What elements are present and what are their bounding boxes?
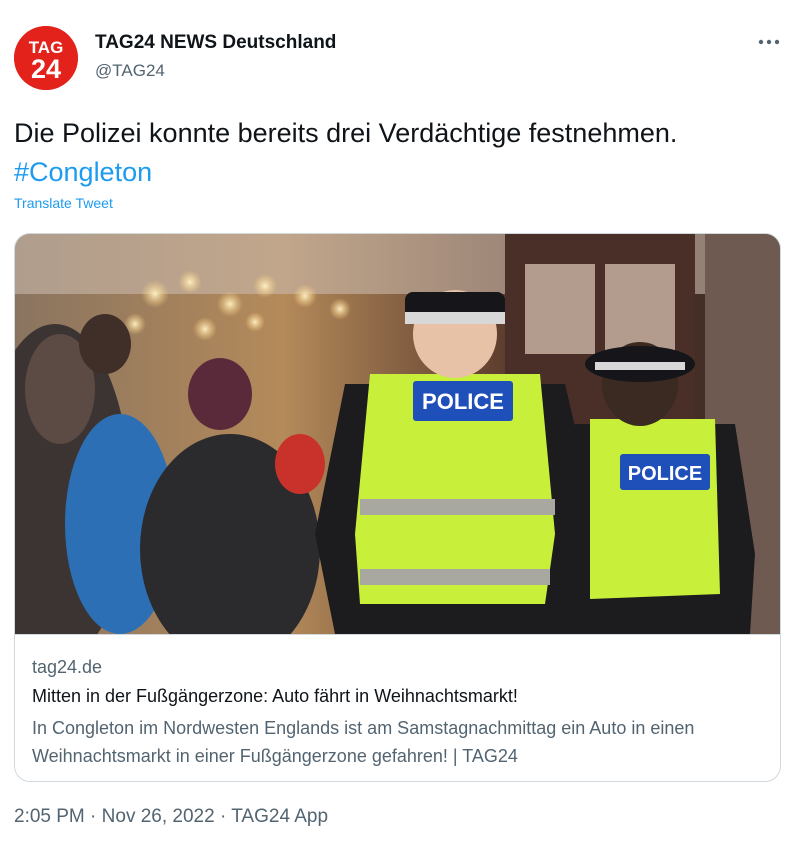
tweet-time[interactable]: 2:05 PM	[14, 806, 85, 827]
meta-separator: ·	[90, 806, 97, 827]
card-body: tag24.de Mitten in der Fußgängerzone: Au…	[15, 634, 780, 781]
link-card[interactable]: POLICE POLICE tag24.de Mitten in der Fuß…	[14, 233, 781, 782]
card-domain: tag24.de	[32, 657, 103, 677]
author-handle[interactable]: @TAG24	[95, 61, 165, 81]
vest-label-2: POLICE	[628, 463, 702, 485]
tag24-logo-icon: TAG 24	[14, 26, 78, 90]
card-image: POLICE POLICE	[15, 234, 780, 634]
tweet-source[interactable]: TAG24 App	[231, 806, 328, 827]
tweet-metadata: 2:05 PM · Nov 26, 2022 · TAG24 App	[14, 806, 328, 828]
translate-tweet-link[interactable]: Translate Tweet	[14, 195, 113, 211]
tweet-text: Die Polizei konnte bereits drei Verdächt…	[14, 114, 774, 192]
meta-separator: ·	[219, 806, 227, 827]
avatar-text-bottom: 24	[31, 54, 61, 84]
hashtag-link[interactable]: #Congleton	[14, 157, 152, 187]
tweet-body: Die Polizei konnte bereits drei Verdächt…	[14, 118, 678, 148]
more-horizontal-icon[interactable]	[758, 28, 780, 51]
tweet-date[interactable]: Nov 26, 2022	[102, 806, 215, 827]
avatar[interactable]: TAG 24	[14, 26, 78, 90]
author-name[interactable]: TAG24 NEWS Deutschland	[95, 32, 336, 54]
card-description: In Congleton im Nordwesten Englands ist …	[32, 718, 695, 766]
vest-label-1: POLICE	[422, 389, 504, 414]
card-title: Mitten in der Fußgängerzone: Auto fährt …	[32, 686, 518, 706]
